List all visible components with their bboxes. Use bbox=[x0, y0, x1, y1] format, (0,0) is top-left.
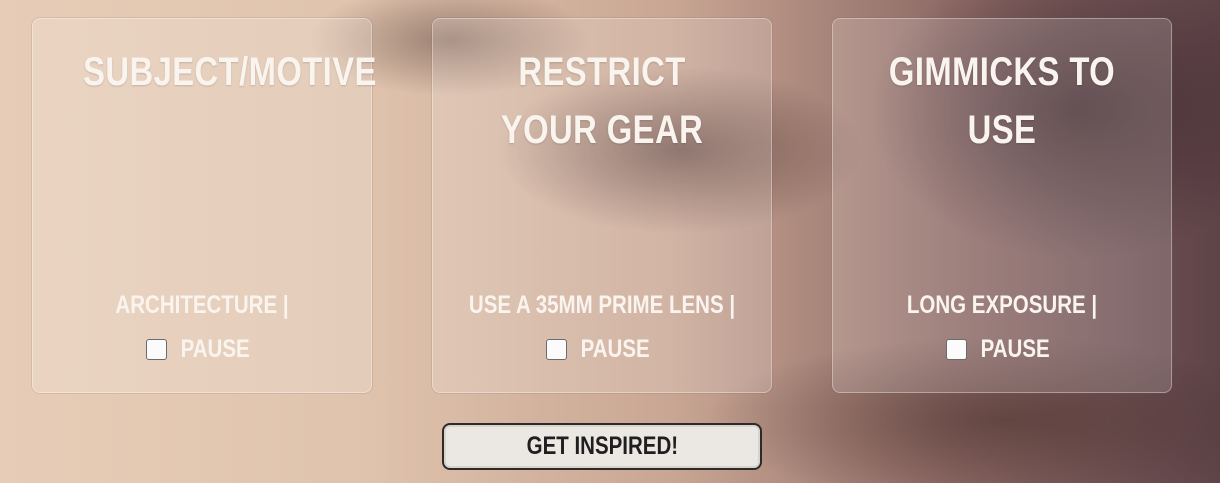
card-title: RESTRICT YOUR GEAR bbox=[500, 50, 704, 152]
card-title: SUBJECT/MOTIVE bbox=[83, 50, 377, 94]
get-inspired-button[interactable]: GET INSPIRED! bbox=[442, 423, 762, 470]
pause-label[interactable]: PAUSE bbox=[581, 335, 650, 364]
card-gear: RESTRICT YOUR GEAR USE A 35MM PRIME LENS… bbox=[432, 18, 772, 393]
pause-checkbox[interactable] bbox=[946, 339, 968, 360]
pause-checkbox[interactable] bbox=[546, 339, 568, 360]
pause-toggle[interactable]: PAUSE bbox=[33, 335, 371, 364]
card-value: ARCHITECTURE | bbox=[115, 291, 289, 319]
card-value: LONG EXPOSURE | bbox=[906, 291, 1098, 319]
card-value: USE A 35MM PRIME LENS | bbox=[468, 291, 736, 319]
get-inspired-label: GET INSPIRED! bbox=[526, 432, 678, 460]
card-gimmicks: GIMMICKS TO USE LONG EXPOSURE | PAUSE bbox=[832, 18, 1172, 393]
pause-toggle[interactable]: PAUSE bbox=[433, 335, 771, 364]
card-subject: SUBJECT/MOTIVE ARCHITECTURE | PAUSE bbox=[32, 18, 377, 393]
card-title: GIMMICKS TO USE bbox=[888, 50, 1116, 152]
pause-label[interactable]: PAUSE bbox=[181, 335, 250, 364]
pause-checkbox[interactable] bbox=[146, 339, 168, 360]
pause-label[interactable]: PAUSE bbox=[981, 335, 1050, 364]
pause-toggle[interactable]: PAUSE bbox=[833, 335, 1171, 364]
